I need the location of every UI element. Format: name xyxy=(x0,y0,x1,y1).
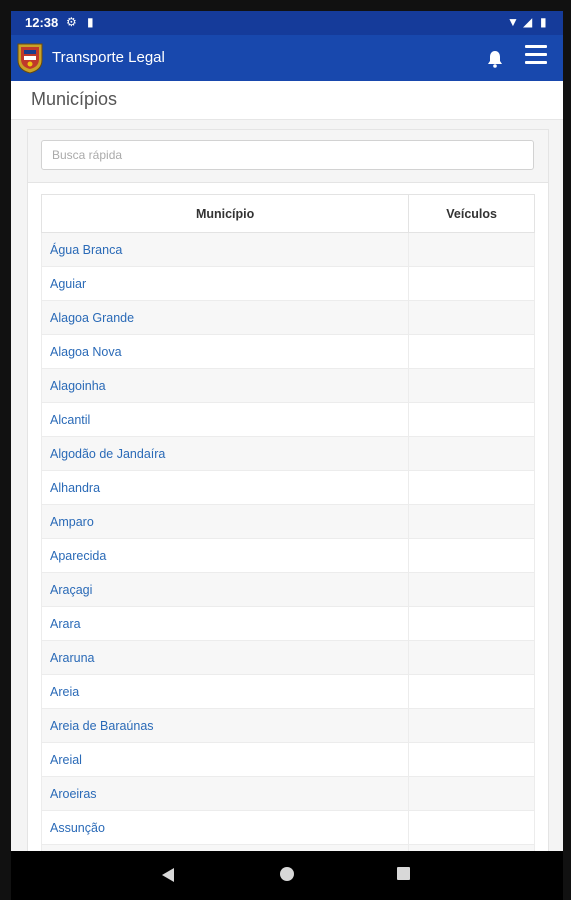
table-row[interactable]: Algodão de Jandaíra xyxy=(40,436,535,471)
veiculos-cell xyxy=(408,572,535,607)
municipio-cell: Alagoa Nova xyxy=(40,334,410,369)
table-row[interactable]: Alcantil xyxy=(40,402,535,437)
veiculos-cell xyxy=(408,334,535,369)
table-row[interactable]: Areia de Baraúnas xyxy=(40,708,535,743)
municipio-link[interactable]: Aparecida xyxy=(50,549,106,563)
hamburger-menu-icon[interactable] xyxy=(525,45,547,67)
municipio-link[interactable]: Amparo xyxy=(50,515,94,529)
table-row[interactable]: Areia xyxy=(40,674,535,709)
table-row[interactable]: Alagoa Grande xyxy=(40,300,535,335)
municipio-link[interactable]: Assunção xyxy=(50,821,105,835)
table-row[interactable]: Araruna xyxy=(40,640,535,675)
veiculos-cell xyxy=(408,266,535,301)
municipio-cell: Aguiar xyxy=(40,266,410,301)
veiculos-cell xyxy=(408,606,535,641)
sim-card-icon: ▮ xyxy=(87,15,94,29)
municipios-panel: Município Veículos Água Branca Aguiar Alag… xyxy=(27,129,549,900)
municipio-cell: Araruna xyxy=(40,640,410,675)
table-row[interactable]: Aroeiras xyxy=(40,776,535,811)
table-row[interactable]: Alhandra xyxy=(40,470,535,505)
table-row[interactable]: Amparo xyxy=(40,504,535,539)
signal-icon: ◢ xyxy=(523,15,533,29)
municipio-link[interactable]: Areia xyxy=(50,685,79,699)
status-bar: 12:38 ⚙ ▮ ▼ ◢ ▮ xyxy=(11,11,563,35)
veiculos-cell xyxy=(408,232,535,267)
municipio-link[interactable]: Alhandra xyxy=(50,481,100,495)
veiculos-cell xyxy=(408,470,535,505)
table-row[interactable]: Assunção xyxy=(40,810,535,845)
municipio-link[interactable]: Araruna xyxy=(50,651,94,665)
municipio-cell: Alagoinha xyxy=(40,368,410,403)
municipio-link[interactable]: Arara xyxy=(50,617,81,631)
table-row[interactable]: Aparecida xyxy=(40,538,535,573)
municipio-cell: Algodão de Jandaíra xyxy=(40,436,410,471)
page-title: Municípios xyxy=(31,89,118,109)
table-row[interactable]: Água Branca xyxy=(40,232,535,267)
veiculos-cell xyxy=(408,538,535,573)
search-container xyxy=(28,130,548,183)
municipio-link[interactable]: Alagoa Grande xyxy=(50,311,134,325)
table-body: Água Branca Aguiar Alagoa Grande Alagoa Nov… xyxy=(40,232,535,879)
municipio-cell: Alhandra xyxy=(40,470,410,505)
table-row[interactable]: Alagoinha xyxy=(40,368,535,403)
veiculos-cell xyxy=(408,708,535,743)
app-bar: Transporte Legal xyxy=(11,35,563,81)
municipio-link[interactable]: Alcantil xyxy=(50,413,90,427)
veiculos-cell xyxy=(408,810,535,845)
table-header-row: Município Veículos xyxy=(40,194,535,233)
table-row[interactable]: Areial xyxy=(40,742,535,777)
municipio-cell: Assunção xyxy=(40,810,410,845)
municipio-cell: Areial xyxy=(40,742,410,777)
veiculos-cell xyxy=(408,776,535,811)
bell-icon[interactable] xyxy=(487,50,503,68)
gear-icon: ⚙ xyxy=(66,15,77,29)
table-row[interactable]: Aguiar xyxy=(40,266,535,301)
municipio-link[interactable]: Alagoinha xyxy=(50,379,106,393)
table-row[interactable]: Araçagi xyxy=(40,572,535,607)
veiculos-cell xyxy=(408,742,535,777)
android-nav-bar xyxy=(11,851,563,900)
veiculos-cell xyxy=(408,402,535,437)
municipio-cell: Alcantil xyxy=(40,402,410,437)
municipio-link[interactable]: Areial xyxy=(50,753,82,767)
app-title: Transporte Legal xyxy=(52,49,165,66)
veiculos-cell xyxy=(408,674,535,709)
municipio-cell: Aroeiras xyxy=(40,776,410,811)
municipio-link[interactable]: Aroeiras xyxy=(50,787,97,801)
municipios-table: Município Veículos Água Branca Aguiar Alag… xyxy=(40,194,535,879)
home-circle-icon[interactable] xyxy=(280,867,294,881)
municipio-cell: Amparo xyxy=(40,504,410,539)
table-row[interactable]: Alagoa Nova xyxy=(40,334,535,369)
recents-square-icon[interactable] xyxy=(397,867,410,880)
column-header-municipio[interactable]: Município xyxy=(40,194,410,233)
municipio-cell: Araçagi xyxy=(40,572,410,607)
page-header: Municípios xyxy=(11,81,563,120)
municipio-cell: Areia xyxy=(40,674,410,709)
search-input[interactable] xyxy=(41,140,534,170)
municipio-link[interactable]: Água Branca xyxy=(50,243,122,257)
status-time: 12:38 xyxy=(25,15,59,30)
column-header-veiculos[interactable]: Veículos xyxy=(408,194,535,233)
battery-icon: ▮ xyxy=(540,15,547,29)
municipio-cell: Areia de Baraúnas xyxy=(40,708,410,743)
municipio-cell: Água Branca xyxy=(40,232,410,267)
veiculos-cell xyxy=(408,368,535,403)
municipio-link[interactable]: Algodão de Jandaíra xyxy=(50,447,165,461)
veiculos-cell xyxy=(408,640,535,675)
wifi-icon: ▼ xyxy=(507,15,519,29)
device-screen: 12:38 ⚙ ▮ ▼ ◢ ▮ Transporte Legal Municíp… xyxy=(11,11,563,900)
veiculos-cell xyxy=(408,504,535,539)
municipio-link[interactable]: Areia de Baraúnas xyxy=(50,719,154,733)
municipio-cell: Aparecida xyxy=(40,538,410,573)
municipio-link[interactable]: Aguiar xyxy=(50,277,86,291)
municipio-cell: Alagoa Grande xyxy=(40,300,410,335)
back-triangle-icon[interactable] xyxy=(161,867,175,883)
logo-crest-icon xyxy=(17,43,43,74)
veiculos-cell xyxy=(408,300,535,335)
municipio-cell: Arara xyxy=(40,606,410,641)
municipio-link[interactable]: Araçagi xyxy=(50,583,92,597)
table-row[interactable]: Arara xyxy=(40,606,535,641)
veiculos-cell xyxy=(408,436,535,471)
municipio-link[interactable]: Alagoa Nova xyxy=(50,345,122,359)
